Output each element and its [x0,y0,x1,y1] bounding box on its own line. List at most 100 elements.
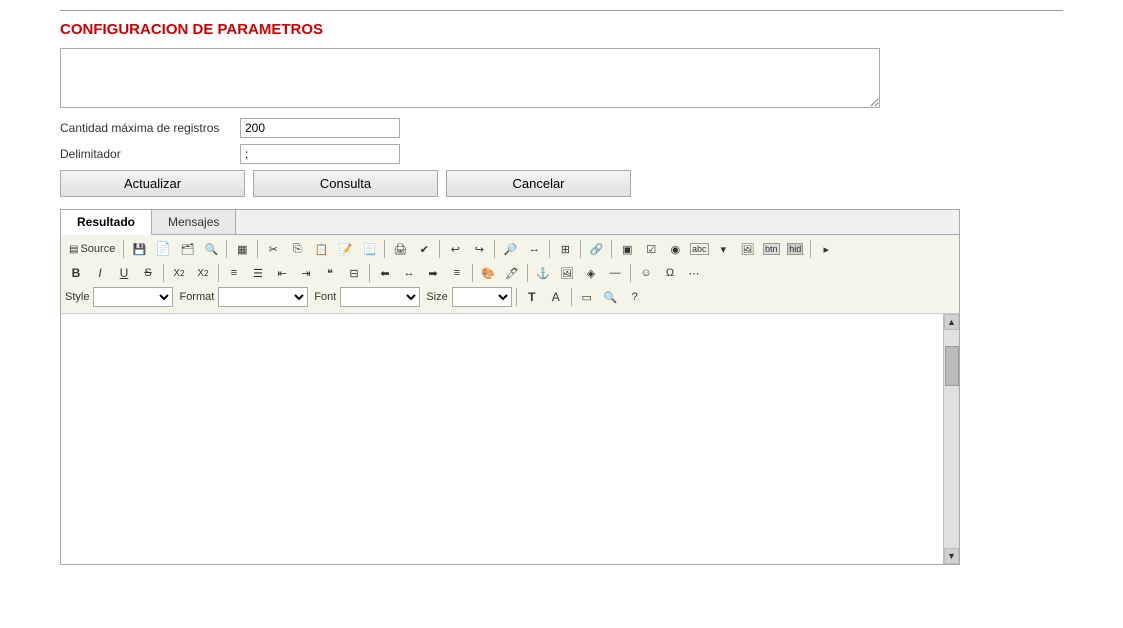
image-button[interactable]: 🖼 [556,262,578,284]
strikethrough-button[interactable]: S [137,262,159,284]
save-button[interactable]: 💾 [128,238,150,260]
pagebreak-button[interactable]: ⋯ [683,262,705,284]
text-color2-button[interactable]: T [521,286,543,308]
tab-resultado[interactable]: Resultado [61,210,152,235]
superscript-button[interactable]: X2 [192,262,214,284]
align-justify-button[interactable]: ≡ [446,262,468,284]
flash-button[interactable]: ◈ [580,262,602,284]
scrollbar: ▲ ▼ [943,314,959,564]
bg-color-icon: 🖊 [505,267,519,280]
hr-button[interactable]: — [604,262,626,284]
size-select[interactable] [452,287,512,307]
paste-text-button[interactable]: 📝 [334,238,356,260]
form-button[interactable]: ▣ [616,238,638,260]
checkbox-button[interactable]: ☑ [640,238,662,260]
preview-button[interactable]: 🔍 [200,238,222,260]
tab-mensajes[interactable]: Mensajes [152,210,236,234]
div-button[interactable]: ⊟ [343,262,365,284]
cut-button[interactable]: ✂ [262,238,284,260]
redo-button[interactable]: ↪ [468,238,490,260]
sep13 [369,264,370,282]
special-char-button[interactable]: Ω [659,262,681,284]
templates-button[interactable]: ▦ [231,238,253,260]
more1-button[interactable]: ▸ [815,238,837,260]
editor-content[interactable] [61,314,943,564]
spellcheck-button[interactable]: ✔ [413,238,435,260]
smiley-icon: ☺ [640,267,651,279]
undo-button[interactable]: ↩ [444,238,466,260]
editor-main [61,314,943,564]
main-textarea[interactable] [60,48,880,108]
anchor-icon: ⚓ [536,267,550,280]
indent-less-button[interactable]: ⇤ [271,262,293,284]
subscript-button[interactable]: X2 [168,262,190,284]
find-button[interactable]: 🔎 [499,238,521,260]
bg-color-button[interactable]: 🖊 [501,262,523,284]
print-button[interactable]: 🖨 [389,238,411,260]
scroll-up-arrow[interactable]: ▲ [944,314,959,330]
max-records-input[interactable] [240,118,400,138]
btnfield-button[interactable]: btn [760,238,782,260]
hidden-button[interactable]: hid [784,238,806,260]
underline-button[interactable]: U [113,262,135,284]
consulta-button[interactable]: Consulta [253,170,438,197]
zoom-button[interactable]: 🔍 [600,286,622,308]
help-button[interactable]: ? [624,286,646,308]
source-button[interactable]: ▤ Source [65,238,119,260]
font-select[interactable] [340,287,420,307]
sep14 [472,264,473,282]
more1-icon: ▸ [824,243,830,256]
table-button[interactable]: ⊞ [554,238,576,260]
align-right-button[interactable]: ➡ [422,262,444,284]
indent-more-icon: ⇥ [301,267,310,280]
paste-word-button[interactable]: 📃 [358,238,380,260]
copy-button[interactable]: ⎘ [286,238,308,260]
style-select[interactable] [93,287,173,307]
bold-button[interactable]: B [65,262,87,284]
ul-button[interactable]: ☰ [247,262,269,284]
open-button[interactable]: 🗂 [176,238,198,260]
editor-outer: ▲ ▼ [61,314,959,564]
ol-button[interactable]: ≡ [223,262,245,284]
textfield-button[interactable]: abc [688,238,710,260]
smiley-button[interactable]: ☺ [635,262,657,284]
link-button[interactable]: 🔗 [585,238,607,260]
replace-button[interactable]: ↔ [523,238,545,260]
format-select[interactable] [218,287,308,307]
blockquote-button[interactable]: ❝ [319,262,341,284]
scroll-down-arrow[interactable]: ▼ [944,548,959,564]
maximize-button[interactable]: ▭ [576,286,598,308]
paste-button[interactable]: 📋 [310,238,332,260]
bg-color2-button[interactable]: A [545,286,567,308]
align-center-button[interactable]: ↔ [398,262,420,284]
spellcheck-icon: ✔ [420,243,429,256]
selectfield-button[interactable]: ▾ [712,238,734,260]
newdoc-button[interactable]: 📄 [152,238,174,260]
italic-button[interactable]: I [89,262,111,284]
imagefield-button[interactable]: 🖼 [736,238,758,260]
scroll-thumb[interactable] [945,346,959,386]
table-icon: ⊞ [561,243,570,256]
ul-icon: ☰ [253,267,263,280]
max-records-label: Cantidad máxima de registros [60,121,240,135]
paste-icon: 📋 [314,243,328,256]
ol-icon: ≡ [231,267,237,279]
delimiter-input[interactable] [240,144,400,164]
sep1 [123,240,124,258]
radio-button[interactable]: ◉ [664,238,686,260]
anchor-button[interactable]: ⚓ [532,262,554,284]
newdoc-icon: 📄 [155,241,171,257]
tabs-header: Resultado Mensajes [61,210,959,235]
source-label: Source [80,243,115,255]
sep7 [549,240,550,258]
hidden-icon: hid [787,243,803,255]
actualizar-button[interactable]: Actualizar [60,170,245,197]
text-color-button[interactable]: 🎨 [477,262,499,284]
cancelar-button[interactable]: Cancelar [446,170,631,197]
textfield-icon: abc [690,243,709,255]
imagefield-icon: 🖼 [740,243,754,256]
indent-more-button[interactable]: ⇥ [295,262,317,284]
toolbar-row-1: ▤ Source 💾 📄 🗂 🔍 ▦ ✂ ⎘ 📋 📝 📃 [65,238,955,260]
align-left-button[interactable]: ⬅ [374,262,396,284]
sep3 [257,240,258,258]
